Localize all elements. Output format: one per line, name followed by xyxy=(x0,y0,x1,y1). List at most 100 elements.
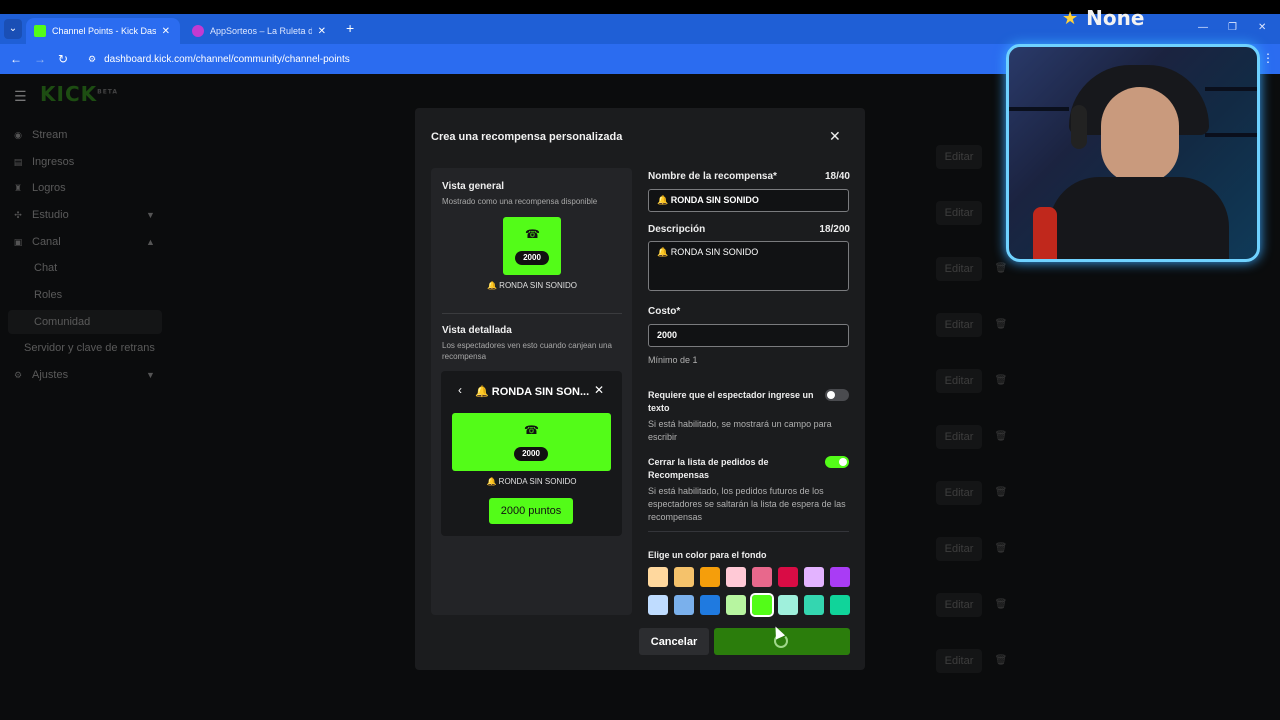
logo-tag: BETA xyxy=(97,88,119,96)
sidebar-item-stream-key[interactable]: Servidor y clave de retrans xyxy=(24,342,155,354)
color-swatch[interactable] xyxy=(674,567,694,587)
edit-button[interactable]: Editar xyxy=(936,313,982,337)
sidebar-item-ajustes[interactable]: ⚙ Ajustes xyxy=(12,369,68,381)
color-swatch[interactable] xyxy=(778,567,798,587)
sidebar-sub-roles[interactable]: Roles xyxy=(34,289,62,301)
trash-icon[interactable]: 🗑 xyxy=(990,369,1012,393)
url-field[interactable]: ⚙ dashboard.kick.com/channel/community/c… xyxy=(84,49,994,69)
sidebar-item-label: Ajustes xyxy=(32,369,69,381)
cost-pill: 2000 xyxy=(515,251,549,265)
chevron-left-icon[interactable]: ‹ xyxy=(458,383,462,397)
cost-input[interactable]: 2000 xyxy=(648,324,849,347)
forward-icon[interactable]: → xyxy=(34,52,46,66)
edit-button[interactable]: Editar xyxy=(936,257,982,281)
divider xyxy=(648,531,849,532)
color-swatch[interactable] xyxy=(778,595,798,615)
require-text-toggle[interactable] xyxy=(825,389,849,401)
detail-title: 🔔 RONDA SIN SON... xyxy=(475,386,590,398)
tab-channel-points[interactable]: Channel Points - Kick Dashboard ✕ xyxy=(26,18,180,44)
color-swatch[interactable] xyxy=(726,567,746,587)
kick-logo[interactable]: KICKBETA xyxy=(40,82,118,106)
reload-icon[interactable]: ↻ xyxy=(58,52,68,66)
sidebar-sub-comunidad[interactable]: Comunidad xyxy=(34,316,90,328)
color-swatch[interactable] xyxy=(648,595,668,615)
tab-close-icon[interactable]: ✕ xyxy=(318,26,326,37)
new-tab-icon[interactable]: + xyxy=(346,20,354,36)
redeem-button[interactable]: 2000 puntos xyxy=(489,498,573,524)
tab-appsorteos[interactable]: AppSorteos – La Ruleta de la Suerte ✕ xyxy=(184,18,336,44)
menu-icon[interactable]: ☰ xyxy=(14,88,28,105)
edit-button[interactable]: Editar xyxy=(936,593,982,617)
trash-icon[interactable]: 🗑 xyxy=(990,481,1012,505)
color-swatch[interactable] xyxy=(804,567,824,587)
background-shelf xyxy=(1205,87,1257,91)
tile-reward-name: 🔔 RONDA SIN SONIDO xyxy=(487,281,577,290)
gift-icon: ☎ xyxy=(525,227,540,241)
color-swatch[interactable] xyxy=(674,595,694,615)
sidebar-item-logros[interactable]: ♜ Logros xyxy=(12,182,66,194)
detail-reward-name: 🔔 RONDA SIN SONIDO xyxy=(486,477,577,486)
skip-queue-toggle[interactable] xyxy=(825,456,849,468)
channel-icon: ▣ xyxy=(13,236,23,247)
tab-search-icon[interactable]: ⌄ xyxy=(4,19,22,39)
trash-icon[interactable]: 🗑 xyxy=(990,313,1012,337)
edit-button[interactable]: Editar xyxy=(936,425,982,449)
money-icon: ▤ xyxy=(13,156,23,167)
chevron-down-icon[interactable]: ▼ xyxy=(146,370,155,380)
minimize-icon[interactable]: — xyxy=(1198,22,1208,33)
color-label: Elige un color para el fondo xyxy=(648,550,767,560)
detail-banner: ☎ 2000 xyxy=(452,413,611,471)
color-swatch[interactable] xyxy=(726,595,746,615)
sidebar-item-label: Ingresos xyxy=(32,156,75,168)
edit-button[interactable]: Editar xyxy=(936,481,982,505)
sidebar-item-ingresos[interactable]: ▤ Ingresos xyxy=(12,156,74,168)
cost-pill: 2000 xyxy=(514,447,548,461)
edit-button[interactable]: Editar xyxy=(936,369,982,393)
maximize-icon[interactable]: ❐ xyxy=(1228,22,1237,33)
skip-queue-label: Cerrar la lista de pedidos de Recompensa… xyxy=(648,457,769,480)
sidebar-item-estudio[interactable]: ✣ Estudio xyxy=(12,209,68,221)
site-info-icon[interactable]: ⚙ xyxy=(88,54,96,65)
window-close-icon[interactable]: ✕ xyxy=(1258,22,1266,33)
sidebar-item-stream[interactable]: ◉ Stream xyxy=(12,129,67,141)
reward-name-input[interactable]: 🔔 RONDA SIN SONIDO xyxy=(648,189,849,212)
color-swatch[interactable] xyxy=(804,595,824,615)
name-label: Nombre de la recompensa* xyxy=(648,171,777,182)
chevron-down-icon[interactable]: ▼ xyxy=(146,210,155,220)
color-swatch[interactable] xyxy=(830,567,850,587)
toggle-knob xyxy=(827,391,835,399)
trash-icon[interactable]: 🗑 xyxy=(990,425,1012,449)
close-icon[interactable]: ✕ xyxy=(594,383,604,397)
color-swatch[interactable] xyxy=(750,593,774,617)
modal-title: Crea una recompensa personalizada xyxy=(431,131,623,143)
sidebar-item-canal[interactable]: ▣ Canal xyxy=(12,236,61,248)
detail-subtitle: Los espectadores ven esto cuando canjean… xyxy=(442,341,612,361)
edit-button[interactable]: Editar xyxy=(936,201,982,225)
description-textarea[interactable]: 🔔 RONDA SIN SONIDO xyxy=(648,241,849,291)
cancel-button[interactable]: Cancelar xyxy=(639,628,709,655)
gift-icon: ☎ xyxy=(524,423,539,437)
color-swatch[interactable] xyxy=(752,567,772,587)
toggle-knob xyxy=(839,458,847,466)
edit-button[interactable]: Editar xyxy=(936,145,982,169)
gear-icon: ⚙ xyxy=(13,369,23,380)
edit-button[interactable]: Editar xyxy=(936,537,982,561)
color-swatch[interactable] xyxy=(700,595,720,615)
color-swatch[interactable] xyxy=(830,595,850,615)
sidebar-sub-chat[interactable]: Chat xyxy=(34,262,57,274)
more-icon[interactable]: ⋮ xyxy=(1262,51,1274,65)
color-swatch[interactable] xyxy=(700,567,720,587)
back-icon[interactable]: ← xyxy=(10,52,22,66)
trash-icon[interactable]: 🗑 xyxy=(990,257,1012,281)
color-swatch[interactable] xyxy=(648,567,668,587)
close-icon[interactable]: ✕ xyxy=(829,128,841,145)
tab-close-icon[interactable]: ✕ xyxy=(162,26,170,37)
description-label: Descripción xyxy=(648,224,706,235)
microphone xyxy=(1033,207,1057,259)
chevron-up-icon[interactable]: ▲ xyxy=(146,237,155,247)
edit-button[interactable]: Editar xyxy=(936,649,982,673)
trash-icon[interactable]: 🗑 xyxy=(990,537,1012,561)
trash-icon[interactable]: 🗑 xyxy=(990,649,1012,673)
trophy-icon: ♜ xyxy=(13,182,23,193)
trash-icon[interactable]: 🗑 xyxy=(990,593,1012,617)
